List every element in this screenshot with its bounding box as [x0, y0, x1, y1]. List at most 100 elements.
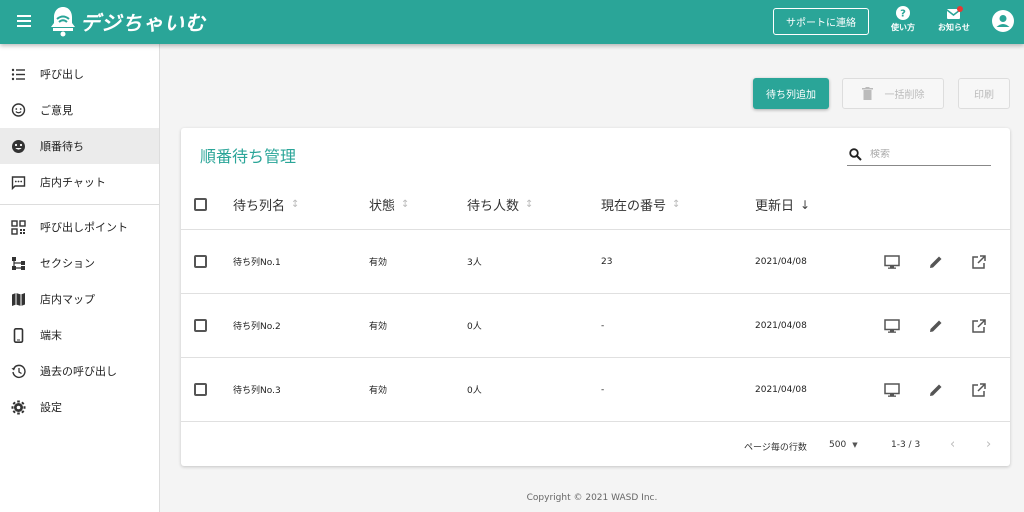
- notifications-button[interactable]: お知らせ: [938, 6, 970, 33]
- sidebar-item-settings[interactable]: 設定: [0, 389, 159, 425]
- list-icon: [11, 68, 25, 80]
- queue-current-number: -: [601, 320, 605, 331]
- sidebar-item-feedback[interactable]: ご意見: [0, 92, 159, 128]
- edit-pencil-icon[interactable]: [928, 254, 944, 270]
- sidebar-item-section[interactable]: セクション: [0, 245, 159, 281]
- copyright: Copyright © 2021 WASD Inc.: [526, 493, 658, 503]
- feedback-icon: [11, 102, 26, 117]
- search-field: [847, 144, 991, 166]
- print-button[interactable]: 印刷: [958, 78, 1010, 109]
- add-queue-button[interactable]: 待ち列追加: [753, 78, 829, 109]
- column-header-updated[interactable]: 更新日 ↓: [755, 195, 811, 215]
- queue-waiting-count: 0人: [467, 322, 482, 332]
- sidebar-item-label: 過去の呼び出し: [40, 365, 117, 378]
- row-checkbox[interactable]: [194, 383, 207, 396]
- pagination-range: 1-3 / 3: [891, 440, 921, 450]
- sidebar-item-store-map[interactable]: 店内マップ: [0, 281, 159, 317]
- queue-updated-date: 2021/04/08: [755, 256, 807, 267]
- search-input[interactable]: [870, 149, 980, 160]
- gear-icon: [11, 400, 26, 414]
- qr-icon: [11, 219, 26, 235]
- row-checkbox[interactable]: [194, 255, 207, 268]
- queue-status: 有効: [369, 258, 388, 268]
- sidebar-item-label: 設定: [40, 401, 62, 414]
- table-row[interactable]: 待ち列No.3 有効 0人 - 2021/04/08: [181, 358, 1010, 422]
- edit-pencil-icon[interactable]: [928, 318, 944, 334]
- sidebar-item-label: 店内チャット: [40, 176, 106, 189]
- queue-updated-date: 2021/04/08: [755, 384, 807, 395]
- account-avatar-icon[interactable]: [992, 10, 1014, 32]
- rows-per-page-value: 500: [829, 440, 847, 450]
- history-icon: [11, 364, 26, 378]
- rows-per-page-label: ページ毎の行数: [744, 443, 807, 453]
- help-label: 使い方: [891, 23, 915, 32]
- sidebar-item-label: 呼び出しポイント: [40, 221, 128, 234]
- hamburger-menu-icon[interactable]: [17, 15, 31, 27]
- dropdown-arrow-icon: ▼: [852, 441, 858, 449]
- prev-page-icon[interactable]: ‹: [950, 437, 955, 452]
- monitor-icon[interactable]: [884, 382, 900, 398]
- open-external-icon[interactable]: [971, 318, 987, 334]
- column-header-status[interactable]: 状態 ↕: [369, 195, 409, 214]
- sidebar-item-label: 呼び出し: [40, 68, 84, 81]
- sidebar-item-call-point[interactable]: 呼び出しポイント: [0, 209, 159, 245]
- svg-text:?: ?: [900, 9, 906, 20]
- sidebar-item-label: ご意見: [40, 104, 73, 117]
- queue-waiting-count: 0人: [467, 386, 482, 396]
- bulk-delete-button[interactable]: 一括削除: [842, 78, 944, 109]
- row-checkbox[interactable]: [194, 319, 207, 332]
- sort-icon: ↕: [401, 199, 410, 210]
- help-icon: ?: [896, 6, 910, 20]
- sidebar-item-history[interactable]: 過去の呼び出し: [0, 353, 159, 389]
- sidebar-item-queue[interactable]: 順番待ち: [0, 128, 159, 164]
- column-header-waiting[interactable]: 待ち人数 ↕: [467, 195, 533, 214]
- sidebar: 呼び出し ご意見 順番待ち 店内チャット 呼び出しポイント セクション 店内マッ…: [0, 44, 160, 512]
- sort-icon: ↕: [291, 199, 300, 210]
- column-header-label: 更新日: [755, 199, 795, 214]
- queue-status: 有効: [369, 322, 388, 332]
- table-row[interactable]: 待ち列No.2 有効 0人 - 2021/04/08: [181, 294, 1010, 358]
- sidebar-item-label: 店内マップ: [40, 293, 95, 306]
- bell-icon: [51, 7, 75, 37]
- mail-icon: [946, 6, 963, 19]
- logo-text: デジちゃいむ: [80, 10, 206, 35]
- emoji-icon: [12, 139, 25, 153]
- sidebar-divider: [0, 204, 159, 205]
- column-header-name[interactable]: 待ち列名 ↕: [233, 195, 299, 214]
- next-page-icon[interactable]: ›: [986, 437, 991, 452]
- column-header-current-number[interactable]: 現在の番号 ↕: [601, 195, 680, 214]
- search-icon: [849, 148, 862, 161]
- sidebar-item-devices[interactable]: 端末: [0, 317, 159, 353]
- map-icon: [12, 292, 25, 306]
- app-header: デジちゃいむ サポートに連絡 ? 使い方 お知らせ: [0, 0, 1024, 44]
- sidebar-item-label: 順番待ち: [40, 140, 84, 153]
- table-row[interactable]: 待ち列No.1 有効 3人 23 2021/04/08: [181, 230, 1010, 294]
- sidebar-item-call[interactable]: 呼び出し: [0, 56, 159, 92]
- app-logo[interactable]: デジちゃいむ: [50, 3, 206, 39]
- queue-current-number: 23: [601, 256, 613, 267]
- sort-icon: ↕: [672, 199, 681, 210]
- queue-status: 有効: [369, 386, 388, 396]
- column-header-label: 待ち列名: [233, 199, 286, 214]
- open-external-icon[interactable]: [971, 254, 987, 270]
- page-title: 順番待ち管理: [200, 147, 297, 166]
- sort-desc-icon: ↓: [800, 197, 811, 212]
- monitor-icon[interactable]: [884, 254, 900, 270]
- column-header-label: 待ち人数: [467, 199, 520, 214]
- queue-management-card: 順番待ち管理 待ち列名 ↕ 状態 ↕ 待ち人数 ↕ 現在の番号 ↕ 更新日 ↓ 待ち列No…: [181, 128, 1010, 466]
- sidebar-item-chat[interactable]: 店内チャット: [0, 164, 159, 200]
- help-button[interactable]: ? 使い方: [891, 6, 915, 33]
- sitemap-icon: [12, 256, 25, 270]
- notice-label: お知らせ: [938, 23, 970, 32]
- open-external-icon[interactable]: [971, 382, 987, 398]
- trash-icon: [861, 87, 873, 100]
- monitor-icon[interactable]: [884, 318, 900, 334]
- rows-per-page-select[interactable]: 500 ▼: [829, 440, 858, 450]
- select-all-checkbox[interactable]: [194, 198, 207, 211]
- contact-support-button[interactable]: サポートに連絡: [773, 8, 869, 35]
- chat-icon: [11, 175, 26, 190]
- queue-name: 待ち列No.2: [233, 322, 281, 332]
- edit-pencil-icon[interactable]: [928, 382, 944, 398]
- sidebar-item-label: セクション: [40, 257, 95, 270]
- queue-name: 待ち列No.3: [233, 386, 281, 396]
